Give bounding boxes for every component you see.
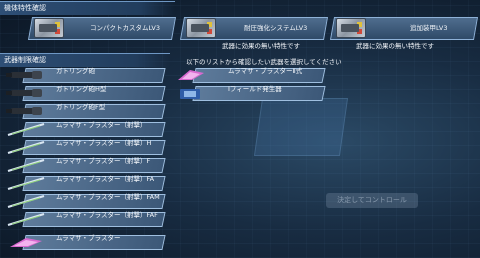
selected-weapon-label: ムラマサ・ブラスターⅡ式 <box>228 67 303 75</box>
pink-blade-icon <box>10 238 42 247</box>
weapon-label: ムラマサ・ブラスター（射撃）FAM <box>56 193 160 201</box>
weapon-row-4[interactable]: ムラマサ・ブラスター（射撃） <box>2 121 170 138</box>
sword-icon <box>7 213 45 226</box>
weapon-label: ガトリング砲 <box>56 67 95 75</box>
weapon-row-7[interactable]: ムラマサ・ブラスター（射撃）FA <box>2 175 170 192</box>
weapon-row-1[interactable]: ガトリング砲 <box>2 67 170 84</box>
weapon-row-10[interactable]: ムラマサ・ブラスター <box>2 234 170 251</box>
sword-icon <box>7 141 45 154</box>
weapon-row-5[interactable]: ムラマサ・ブラスター（射撃）H <box>2 139 170 156</box>
header-weapons: 武器制限確認 <box>0 53 170 67</box>
weapon-row-8[interactable]: ムラマサ・ブラスター（射撃）FAM <box>2 193 170 210</box>
weapon-label: ムラマサ・ブラスター（射撃）H <box>56 139 152 147</box>
weapon-row-9[interactable]: ムラマサ・ブラスター（射撃）FAF <box>2 211 170 228</box>
weapon-label: ムラマサ・ブラスター（射撃）FAF <box>56 211 158 219</box>
trait-name-1: コンパクトカスタムLV3 <box>90 24 160 32</box>
trait-name-2: 耐圧強化システムLV3 <box>244 24 308 32</box>
trait-note-2: 武器に効果の無い特性です <box>222 42 300 50</box>
weapon-row-3[interactable]: ガトリング砲F型 <box>2 103 170 120</box>
equipment-icon <box>34 18 64 38</box>
sword-icon <box>7 177 45 190</box>
weapon-label: ムラマサ・ブラスター（射撃） <box>56 121 147 129</box>
selected-weapon-label: Iフィールド発生器 <box>228 85 282 93</box>
background-panel <box>253 98 349 156</box>
sword-icon <box>7 195 45 208</box>
weapon-row-2[interactable]: ガトリング砲H型 <box>2 85 170 102</box>
weapon-label: ガトリング砲H型 <box>56 85 107 93</box>
background-button: 決定してコントロール <box>326 193 418 208</box>
selected-weapon-row-2[interactable]: Iフィールド発生器 <box>172 85 332 102</box>
weapon-label: ムラマサ・ブラスター（射撃）F <box>56 157 151 165</box>
weapon-row-6[interactable]: ムラマサ・ブラスター（射撃）F <box>2 157 170 174</box>
sword-icon <box>7 123 45 136</box>
equipment-icon <box>186 18 216 38</box>
selected-weapon-row-1[interactable]: ムラマサ・ブラスターⅡ式 <box>172 67 332 84</box>
weapon-label: ガトリング砲F型 <box>56 103 106 111</box>
equipment-icon <box>336 18 366 38</box>
header-traits: 機体特性確認 <box>0 1 175 15</box>
trait-name-3: 追加装甲LV3 <box>410 24 448 32</box>
trait-note-3: 武器に効果の無い特性です <box>356 42 434 50</box>
weapon-label: ムラマサ・ブラスター（射撃）FA <box>56 175 155 183</box>
gatling-icon <box>6 107 42 115</box>
instruction-text: 以下のリストから確認したい武器を選択してください <box>186 58 342 66</box>
field-generator-icon <box>180 89 200 99</box>
gatling-icon <box>6 71 42 79</box>
gatling-icon <box>6 89 42 97</box>
pink-blade-icon <box>178 70 204 80</box>
weapon-label: ムラマサ・ブラスター <box>56 234 121 242</box>
sword-icon <box>7 159 45 172</box>
